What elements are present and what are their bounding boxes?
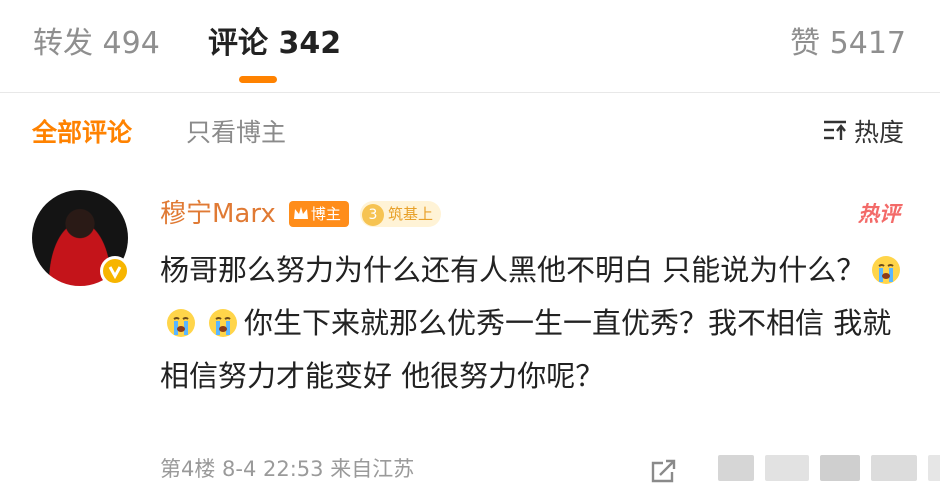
obscured-block [928,455,940,481]
obscured-block [871,455,918,481]
comment-actions-obscured [718,455,940,485]
top-tabs: 转发 494 评论 342 赞 5417 [0,0,940,92]
share-icon[interactable] [650,458,678,488]
filter-owner-only[interactable]: 只看博主 [186,115,286,151]
sort-button[interactable]: 热度 [822,115,904,152]
level-number: 3 [361,203,384,226]
tab-repost[interactable]: 转发 494 [33,24,160,64]
comment-meta: 第4楼 8-4 22:53 来自江苏 [160,457,415,481]
level-badge-label: 筑基上 [387,205,433,223]
filter-all-comments[interactable]: 全部评论 [32,115,132,151]
owner-badge-label: 博主 [310,205,341,223]
tab-like[interactable]: 赞 5417 [790,24,906,64]
obscured-block [765,455,810,481]
crying-emoji-icon [166,302,196,337]
comment-text-part2: 你生下来就那么优秀一生一直优秀？我不相信 我就相信努力才能变好 他很努力你呢？ [160,306,892,393]
crying-emoji-icon [871,249,901,284]
comment-text: 杨哥那么努力为什么还有人黑他不明白 只能说为什么？ 你生下来就那么优秀一生一直优秀… [160,244,910,403]
avatar-wrap[interactable] [32,190,130,286]
obscured-block [718,455,754,481]
obscured-block [820,455,861,481]
sort-label: 热度 [853,118,904,147]
tab-comment[interactable]: 评论 342 [208,24,341,64]
crying-emoji-icon [208,302,238,337]
username[interactable]: 穆宁Marx [160,199,276,229]
comment-text-part1: 杨哥那么努力为什么还有人黑他不明白 只能说为什么？ [160,253,866,287]
owner-badge: 博主 [288,201,349,228]
crown-icon [293,202,309,228]
hot-comment-tag: 热评 [858,202,900,226]
level-badge: 3 筑基上 [359,201,441,227]
comment-header: 穆宁Marx 博主 3 筑基上 [160,196,441,232]
verified-icon [100,256,130,286]
filter-bar: 全部评论 只看博主 热度 [0,93,940,173]
sort-icon [822,116,848,152]
active-tab-indicator [239,76,277,83]
